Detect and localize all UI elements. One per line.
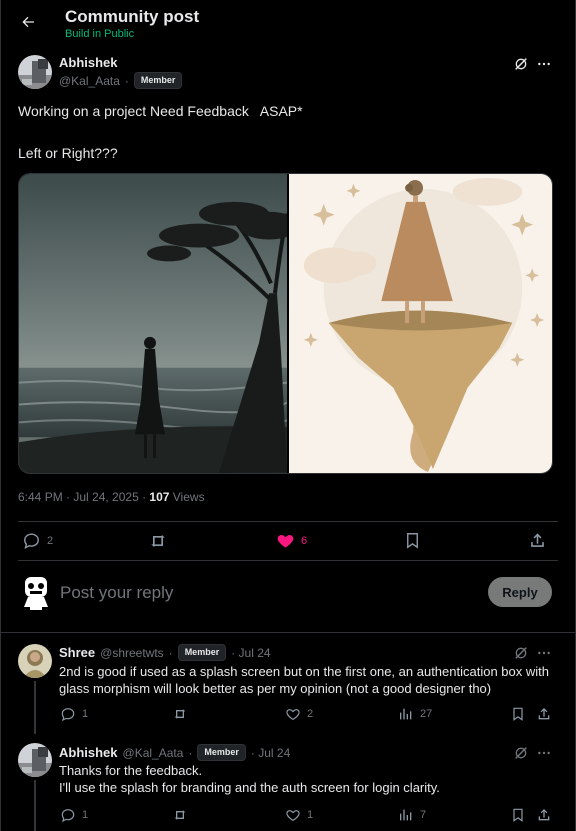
views-icon [400, 809, 412, 821]
more-icon [538, 651, 550, 655]
more-icon [538, 62, 550, 66]
bookmark-action[interactable] [510, 807, 526, 823]
reply-text-line1: Thanks for the feedback. [59, 763, 203, 778]
member-badge: Member [177, 644, 227, 661]
repost-action[interactable] [172, 706, 188, 722]
repost-icon [151, 535, 165, 547]
share-action[interactable] [536, 807, 552, 823]
author-name[interactable]: Abhishek [59, 55, 118, 70]
reply-author-handle[interactable]: @shreetwts [100, 646, 164, 660]
heart-icon [286, 810, 300, 822]
divider [18, 560, 558, 561]
repost-action[interactable] [148, 531, 168, 551]
bookmark-action[interactable] [510, 706, 526, 722]
separator: · [188, 745, 193, 760]
reply-date[interactable]: · Jul 24 [251, 746, 290, 760]
views-label: Views [169, 490, 205, 504]
member-badge: Member [197, 744, 246, 761]
thread-line [34, 780, 36, 831]
grok-icon [515, 647, 527, 659]
views-count: 7 [420, 809, 427, 821]
reply-count: 1 [82, 809, 89, 821]
views-action[interactable]: 27 [398, 706, 432, 722]
bookmark-icon [407, 533, 418, 549]
current-user-avatar [18, 573, 54, 611]
more-button[interactable] [536, 745, 552, 766]
grok-icon [515, 747, 527, 759]
member-badge: Member [133, 72, 183, 89]
reply-count: 1 [82, 708, 89, 720]
left-border [0, 0, 1, 831]
reply-author-handle[interactable]: @Kal_Aata [123, 746, 184, 760]
thread-line [34, 681, 36, 734]
reply-action[interactable]: 1 [60, 807, 88, 823]
share-action[interactable] [528, 531, 547, 550]
reply-text-line2: I'll use the splash for branding and the… [59, 780, 440, 795]
share-action[interactable] [536, 706, 552, 722]
community-link[interactable]: Build in Public [65, 28, 134, 40]
like-action[interactable]: 2 [285, 706, 313, 722]
separator: · [168, 645, 173, 660]
views-count: 27 [420, 708, 433, 720]
author-handle[interactable]: @Kal_Aata [59, 74, 120, 88]
divider [0, 632, 576, 633]
heart-icon [277, 534, 294, 548]
bookmark-icon [513, 707, 523, 721]
divider [18, 521, 558, 522]
reply-text: 2nd is good if used as a splash screen b… [59, 664, 549, 696]
views-action[interactable]: 7 [398, 807, 426, 823]
repost-icon [174, 810, 186, 820]
page-title: Community post [65, 7, 200, 26]
post-text-line2: Left or Right??? [18, 145, 118, 161]
reply-avatar[interactable] [18, 644, 52, 678]
more-icon [538, 751, 550, 755]
like-count: 2 [307, 708, 314, 720]
bookmark-icon [513, 808, 523, 822]
post-text-line1: Working on a project Need Feedback ASAP* [18, 103, 303, 119]
reply-action[interactable]: 1 [60, 706, 88, 722]
post-timestamp[interactable]: 6:44 PM · Jul 24, 2025 · [18, 490, 149, 504]
reply-icon [61, 809, 75, 823]
share-icon [531, 533, 544, 547]
back-arrow-icon [22, 16, 34, 28]
reply-icon [61, 708, 75, 722]
repost-icon [174, 709, 186, 719]
bookmark-action[interactable] [403, 531, 422, 550]
reply-icon [24, 533, 39, 549]
separator: · [124, 73, 129, 88]
like-count: 6 [301, 534, 308, 547]
grok-button[interactable] [513, 56, 529, 77]
reply-action[interactable]: 2 [22, 531, 53, 550]
like-action[interactable]: 6 [276, 531, 307, 550]
share-icon [538, 809, 550, 821]
views-icon [400, 708, 412, 720]
reply-author-name[interactable]: Shree [59, 645, 95, 660]
reply-input[interactable]: Post your reply [60, 583, 173, 603]
grok-icon [515, 58, 527, 70]
more-button[interactable] [536, 56, 552, 77]
reply-button[interactable]: Reply [488, 577, 552, 607]
like-count: 1 [307, 809, 314, 821]
reply-avatar[interactable] [18, 743, 52, 777]
repost-action[interactable] [172, 807, 188, 823]
media-image-right[interactable] [287, 174, 552, 473]
media-image-left[interactable] [19, 174, 299, 473]
like-action[interactable]: 1 [285, 807, 313, 823]
grok-button[interactable] [513, 745, 529, 766]
author-avatar[interactable] [18, 55, 52, 89]
heart-icon [286, 709, 300, 721]
back-button[interactable] [14, 8, 42, 36]
reply-date[interactable]: · Jul 24 [231, 646, 270, 660]
post-media[interactable] [18, 173, 553, 474]
reply-count: 2 [47, 534, 54, 547]
share-icon [538, 708, 550, 720]
reply-author-name[interactable]: Abhishek [59, 745, 118, 760]
views-count: 107 [149, 490, 170, 504]
